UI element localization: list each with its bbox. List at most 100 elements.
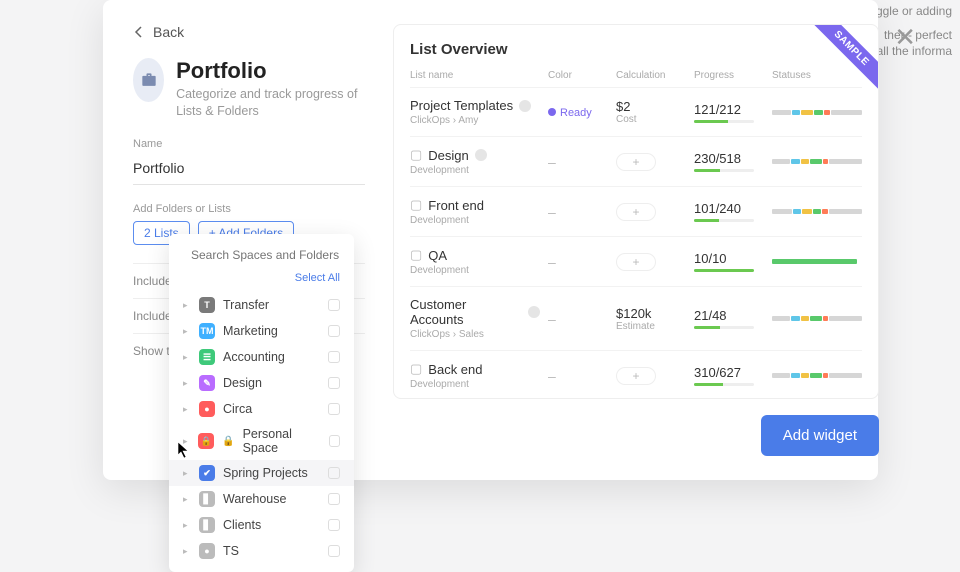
list-name: Project Templates [410,98,513,113]
col-calc: Calculation [616,70,686,81]
table-row[interactable]: ▢Back endDevelopment–+310/627 [410,350,862,399]
col-progress: Progress [694,70,764,81]
color-cell: Ready [548,103,608,121]
space-icon: ● [199,401,215,417]
list-name: Back end [428,362,482,377]
info-icon[interactable] [475,149,487,161]
search-input[interactable] [191,248,346,262]
space-label: Personal Space [243,427,322,455]
list-path: Development [410,165,540,176]
space-item[interactable]: ▸●Circa [169,396,354,422]
back-label: Back [153,24,184,40]
checkbox[interactable] [328,403,340,415]
status-bar [772,259,862,264]
space-icon: ▋ [199,517,215,533]
list-name: Customer Accounts [410,297,522,327]
color-cell: – [548,368,608,384]
status-bar [772,110,862,115]
calculation-cell: + [616,253,686,271]
page-subtitle: Categorize and track progress of Lists &… [176,86,365,120]
space-label: Warehouse [223,492,286,506]
space-icon: ✔ [199,465,215,481]
folder-picker-dropdown: Select All ▸TTransfer▸TMMarketing▸☰Accou… [169,234,354,572]
space-icon: ✎ [199,375,215,391]
color-cell: – [548,204,608,220]
table-row[interactable]: Customer AccountsClickOps › Sales–$120kE… [410,286,862,350]
checkbox[interactable] [328,545,340,557]
select-all-link[interactable]: Select All [169,268,354,292]
space-label: Spring Projects [223,466,308,480]
calculation-cell: + [616,153,686,171]
list-name: Design [428,148,468,163]
list-path: ClickOps › Amy [410,115,540,126]
checkbox[interactable] [328,325,340,337]
space-label: Accounting [223,350,285,364]
chevron-right-icon: ▸ [183,378,191,389]
name-input[interactable] [133,156,365,185]
folder-icon: ▢ [410,197,422,213]
color-cell: – [548,254,608,270]
table-row[interactable]: ▢Front endDevelopment–+101/240 [410,186,862,236]
right-column: SAMPLE List Overview List name Color Cal… [393,24,879,456]
add-calculation-button[interactable]: + [616,253,656,271]
status-dot [548,108,556,116]
cursor-icon [177,441,191,459]
calculation-cell: $2Cost [616,99,686,125]
checkbox[interactable] [328,351,340,363]
checkbox[interactable] [328,519,340,531]
space-label: Transfer [223,298,269,312]
space-item[interactable]: ▸🔒🔒Personal Space [169,422,354,460]
space-icon: ● [199,543,215,559]
add-calculation-button[interactable]: + [616,203,656,221]
close-icon[interactable]: ✕ [894,22,916,53]
table-row[interactable]: ▢QADevelopment–+10/10 [410,236,862,286]
color-cell: – [548,154,608,170]
add-calculation-button[interactable]: + [616,367,656,385]
space-icon: ▋ [199,491,215,507]
space-item[interactable]: ▸TTransfer [169,292,354,318]
page-title: Portfolio [176,58,365,84]
back-button[interactable]: Back [133,24,365,40]
checkbox[interactable] [328,467,340,479]
space-item[interactable]: ▸ ● TS [169,538,354,564]
chevron-right-icon: ▸ [183,404,191,415]
space-label: Clients [223,518,261,532]
col-statuses: Statuses [772,70,862,81]
checkbox[interactable] [329,435,340,447]
add-widget-button[interactable]: Add widget [761,415,879,456]
folder-icon: ▢ [410,247,422,263]
space-item[interactable]: ▸ ▋ Warehouse [169,486,354,512]
info-icon[interactable] [519,100,531,112]
status-bar [772,373,862,378]
status-bar [772,159,862,164]
table-row[interactable]: Project Templates ClickOps › Amy Ready $2Co… [410,87,862,136]
space-item[interactable]: ▸✎Design [169,370,354,396]
overview-title: List Overview [410,41,862,58]
space-item[interactable]: ▸TMMarketing [169,318,354,344]
chevron-right-icon: ▸ [183,546,191,557]
space-item[interactable]: ▸ ▋ Clients [169,512,354,538]
list-path: Development [410,215,540,226]
space-item[interactable]: ▸✔Spring Projects [169,460,354,486]
list-overview-card: SAMPLE List Overview List name Color Cal… [393,24,879,399]
info-icon[interactable] [528,306,540,318]
progress-cell: 10/10 [694,251,764,272]
list-path: Development [410,265,540,276]
space-label: TS [223,544,239,558]
table-row[interactable]: ▢DesignDevelopment–+230/518 [410,136,862,186]
progress-cell: 121/212 [694,102,764,123]
list-path: ClickOps › Sales [410,329,540,340]
checkbox[interactable] [328,299,340,311]
list-path: Development [410,379,540,390]
chevron-right-icon: ▸ [183,520,191,531]
color-cell: – [548,311,608,327]
checkbox[interactable] [328,377,340,389]
name-label: Name [133,138,365,150]
status-bar [772,316,862,321]
space-item[interactable]: ▸☰Accounting [169,344,354,370]
col-color: Color [548,70,608,81]
chevron-right-icon: ▸ [183,494,191,505]
checkbox[interactable] [328,493,340,505]
progress-cell: 101/240 [694,201,764,222]
add-calculation-button[interactable]: + [616,153,656,171]
